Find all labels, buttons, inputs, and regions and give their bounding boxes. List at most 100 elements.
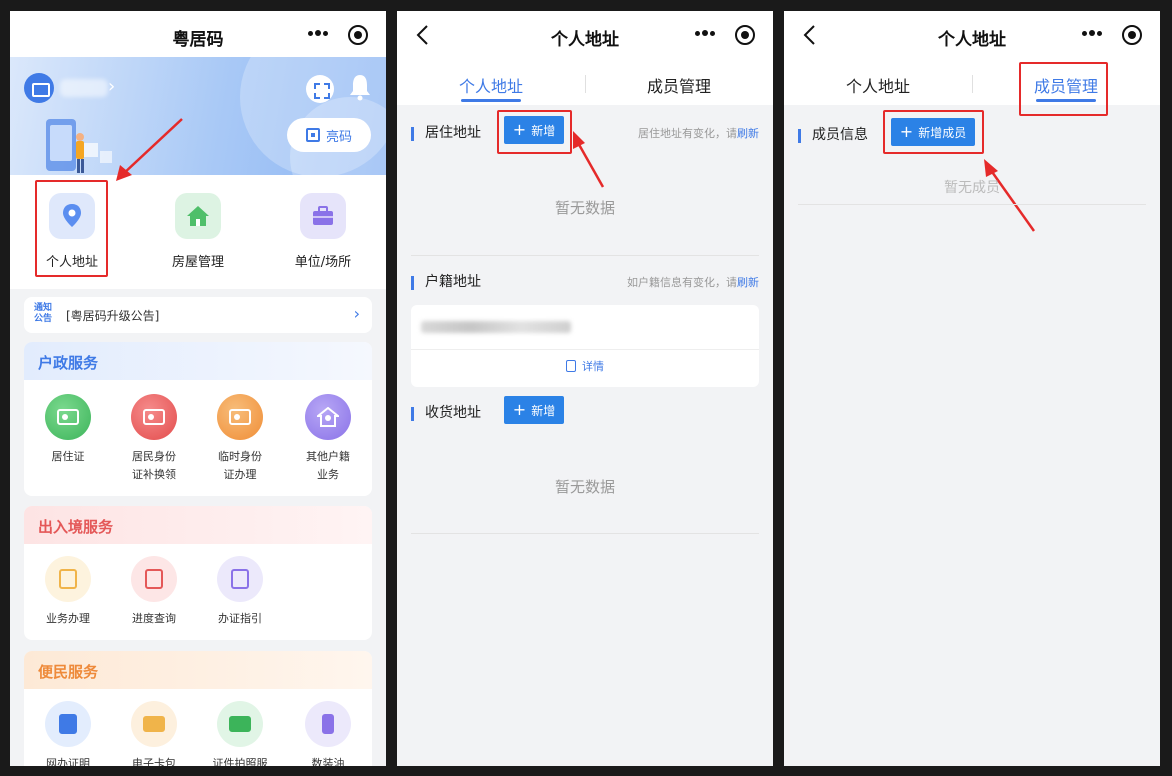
service-item-oil[interactable]: 数装油 [292, 701, 364, 766]
id-card-icon[interactable] [24, 73, 54, 103]
red-arrow-icon [573, 131, 605, 188]
service-item-business[interactable]: 业务办理 [32, 556, 104, 628]
business-doc-icon [45, 556, 91, 602]
service-label: 数装油 [311, 757, 345, 766]
chevron-right-icon[interactable]: › [108, 76, 115, 97]
briefcase-icon [300, 193, 346, 239]
service-card-household: 户政服务 居住证 居民身份 证补换领 临时身份 证办理 其他户籍 业务 [24, 342, 372, 496]
household-address-card: 详情 [411, 305, 759, 387]
progress-doc-icon [131, 556, 177, 602]
section-bar [798, 129, 801, 143]
household-address-header: 户籍地址 如户籍信息有变化，请刷新 [411, 270, 759, 300]
detail-link[interactable]: 详情 [411, 358, 759, 374]
section-bar [411, 276, 414, 290]
tab-divider [972, 75, 973, 93]
service-item-progress[interactable]: 进度查询 [118, 556, 190, 628]
tab-personal-address[interactable]: 个人地址 [397, 73, 585, 97]
service-item-other-household[interactable]: 其他户籍 业务 [292, 394, 364, 484]
service-card-entry-exit: 出入境服务 业务办理 进度查询 办证指引 [24, 506, 372, 640]
quick-item-house-management[interactable]: 房屋管理 [148, 193, 248, 270]
chevron-right-icon: › [353, 304, 360, 323]
tab-divider [585, 75, 586, 93]
service-item-photo[interactable]: 证件拍照服 [204, 701, 276, 766]
section-title: 户籍地址 [425, 274, 481, 290]
tab-indicator [461, 99, 521, 102]
more-icon[interactable] [1082, 29, 1104, 39]
detail-label: 详情 [582, 360, 604, 373]
divider [411, 533, 759, 534]
section-title: 出入境服务 [24, 506, 372, 544]
close-miniapp-icon[interactable] [348, 25, 368, 45]
notice-badge-line: 通知 [34, 303, 53, 313]
notice-text: [粤居码升级公告] [66, 309, 160, 323]
light-code-button[interactable]: 亮码 [287, 118, 371, 152]
service-label: 进度查询 [132, 612, 176, 625]
qr-code-icon [305, 128, 320, 142]
service-label: 业务 [317, 468, 339, 481]
service-label: 证办理 [223, 468, 257, 481]
hint-text: 居住地址有变化，请 [638, 127, 737, 140]
quick-item-label: 房屋管理 [171, 255, 224, 270]
shipping-empty: 暂无数据 [554, 478, 615, 496]
highlight-box [1019, 62, 1108, 116]
red-arrow-icon [116, 118, 183, 181]
divider [411, 349, 759, 350]
hint-text: 如户籍信息有变化，请 [627, 276, 737, 289]
notice-badge-line: 公告 [34, 314, 53, 324]
scan-icon[interactable] [306, 75, 334, 103]
phone-screen-member-management: 个人地址 个人地址 成员管理 成员信息 + 新增成员 暂无成员 [784, 11, 1160, 766]
service-item-e-wallet[interactable]: 电子卡包 [118, 701, 190, 766]
quick-item-unit-venue[interactable]: 单位/场所 [273, 193, 373, 270]
quick-item-label: 单位/场所 [294, 255, 352, 270]
residence-card-icon [45, 394, 91, 440]
add-shipping-button[interactable]: + 新增 [504, 396, 564, 424]
service-label: 电子卡包 [132, 757, 176, 766]
navbar: 粤居码 [10, 11, 386, 61]
tab-member-management[interactable]: 成员管理 [585, 73, 773, 97]
tab-bar: 个人地址 成员管理 [397, 61, 773, 105]
refresh-link[interactable]: 刷新 [737, 127, 759, 140]
service-item-temp-id[interactable]: 临时身份 证办理 [204, 394, 276, 484]
members-empty: 暂无成员 [944, 180, 1000, 196]
more-icon[interactable] [308, 29, 330, 39]
service-item-residence-permit[interactable]: 居住证 [32, 394, 104, 466]
phone-screen-personal-address: 个人地址 个人地址 成员管理 居住地址 居住地址有变化，请刷新 + 新增 暂无数据… [397, 11, 773, 766]
user-name-blurred [60, 79, 108, 97]
highlight-box [883, 110, 984, 154]
refresh-link[interactable]: 刷新 [737, 276, 759, 289]
navbar: 个人地址 [784, 11, 1160, 61]
service-label: 其他户籍 [306, 450, 350, 463]
divider [798, 204, 1146, 205]
add-label: 新增 [531, 403, 556, 418]
temp-id-card-icon [217, 394, 263, 440]
service-item-guide[interactable]: 办证指引 [204, 556, 276, 628]
tab-personal-address[interactable]: 个人地址 [784, 73, 972, 97]
service-item-id-card-renewal[interactable]: 居民身份 证补换领 [118, 394, 190, 484]
service-label: 网办证明 [46, 757, 90, 766]
close-miniapp-icon[interactable] [735, 25, 755, 45]
service-label: 居民身份 [132, 450, 176, 463]
highlight-box [497, 110, 572, 154]
notice-badge: 通知 公告 [34, 303, 60, 325]
red-arrow-icon [984, 159, 1036, 232]
service-label: 业务办理 [46, 612, 90, 625]
navbar: 个人地址 [397, 11, 773, 61]
section-title: 便民服务 [24, 651, 372, 689]
certificate-icon [45, 701, 91, 747]
service-card-convenience: 便民服务 网办证明 电子卡包 证件拍照服 数装油 [24, 651, 372, 766]
announcement-bar[interactable]: 通知 公告 [粤居码升级公告] › [24, 297, 372, 333]
service-item-online-cert[interactable]: 网办证明 [32, 701, 104, 766]
section-bar [411, 127, 414, 141]
shipping-address-header: 收货地址 [411, 401, 759, 431]
guide-doc-icon [217, 556, 263, 602]
bell-icon[interactable] [348, 73, 372, 101]
household-hint: 如户籍信息有变化，请刷新 [627, 274, 759, 290]
close-miniapp-icon[interactable] [1122, 25, 1142, 45]
service-label: 办证指引 [218, 612, 262, 625]
section-bar [411, 407, 414, 421]
light-code-label: 亮码 [325, 129, 352, 145]
home-person-icon [305, 394, 351, 440]
house-icon [175, 193, 221, 239]
wallet-icon [131, 701, 177, 747]
more-icon[interactable] [695, 29, 717, 39]
